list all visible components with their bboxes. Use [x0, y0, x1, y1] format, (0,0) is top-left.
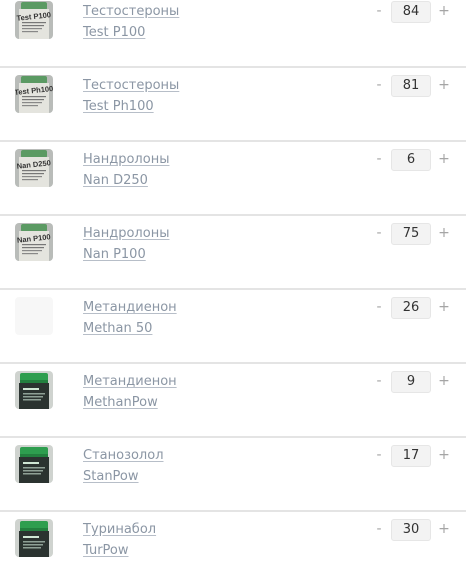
product-name: Метандиенон MethanPow: [83, 371, 177, 413]
quantity-field[interactable]: 17: [391, 445, 431, 467]
list-item: Туринабол TurPow -30 +: [0, 511, 466, 581]
quantity-field[interactable]: 81: [391, 75, 431, 97]
product-category-link[interactable]: Тестостероны: [83, 1, 179, 22]
product-category-link[interactable]: Метандиенон: [83, 371, 177, 392]
product-name: Нандролоны Nan P100: [83, 223, 169, 265]
product-name: Нандролоны Nan D250: [83, 149, 169, 191]
product-thumbnail[interactable]: [15, 371, 53, 409]
product-thumbnail[interactable]: Test P100: [15, 1, 53, 39]
product-thumbnail[interactable]: Nan D250: [15, 149, 53, 187]
increase-quantity-button[interactable]: +: [438, 371, 450, 391]
list-item: Станозолол StanPow -17 +: [0, 437, 466, 511]
product-name: Тестостероны Test P100: [83, 1, 179, 43]
increase-quantity-button[interactable]: +: [438, 519, 450, 539]
increase-quantity-button[interactable]: +: [438, 149, 450, 169]
product-category-link[interactable]: Тестостероны: [83, 75, 179, 96]
list-item: Метандиенон Methan 50 -26 +: [0, 289, 466, 363]
increase-quantity-button[interactable]: +: [438, 1, 450, 21]
decrease-quantity-button[interactable]: -: [373, 75, 385, 95]
quantity-field[interactable]: 30: [391, 519, 431, 541]
product-category-link[interactable]: Нандролоны: [83, 223, 169, 244]
quantity-field[interactable]: 84: [391, 1, 431, 23]
product-title-link[interactable]: MethanPow: [83, 392, 177, 413]
product-thumbnail[interactable]: [15, 297, 53, 335]
decrease-quantity-button[interactable]: -: [373, 1, 385, 21]
product-name: Метандиенон Methan 50: [83, 297, 177, 339]
decrease-quantity-button[interactable]: -: [373, 297, 385, 317]
product-title-link[interactable]: TurPow: [83, 540, 156, 561]
product-name: Туринабол TurPow: [83, 519, 156, 561]
list-item: Test Ph100 Тестостероны Test Ph100-81 +: [0, 67, 466, 141]
list-item: Nan D250 Нандролоны Nan D250-6 +: [0, 141, 466, 215]
product-thumbnail[interactable]: Nan P100: [15, 223, 53, 261]
quantity-field[interactable]: 9: [391, 371, 431, 393]
product-title-link[interactable]: Methan 50: [83, 318, 177, 339]
product-title-link[interactable]: Nan P100: [83, 244, 169, 265]
increase-quantity-button[interactable]: +: [438, 445, 450, 465]
list-item: Test P100 Тестостероны Test P100-84 +: [0, 0, 466, 67]
product-title-link[interactable]: Test Ph100: [83, 96, 179, 117]
product-title-link[interactable]: StanPow: [83, 466, 164, 487]
product-thumbnail[interactable]: [15, 445, 53, 483]
product-thumbnail[interactable]: [15, 519, 53, 557]
quantity-field[interactable]: 26: [391, 297, 431, 319]
decrease-quantity-button[interactable]: -: [373, 149, 385, 169]
list-item: Метандиенон MethanPow -9 +: [0, 363, 466, 437]
product-category-link[interactable]: Метандиенон: [83, 297, 177, 318]
product-category-link[interactable]: Туринабол: [83, 519, 156, 540]
decrease-quantity-button[interactable]: -: [373, 519, 385, 539]
product-thumbnail[interactable]: Test Ph100: [15, 75, 53, 113]
product-name: Станозолол StanPow: [83, 445, 164, 487]
decrease-quantity-button[interactable]: -: [373, 445, 385, 465]
list-item: Nan P100 Нандролоны Nan P100-75 +: [0, 215, 466, 289]
product-category-link[interactable]: Нандролоны: [83, 149, 169, 170]
product-title-link[interactable]: Test P100: [83, 22, 179, 43]
quantity-field[interactable]: 75: [391, 223, 431, 245]
decrease-quantity-button[interactable]: -: [373, 371, 385, 391]
increase-quantity-button[interactable]: +: [438, 75, 450, 95]
product-category-link[interactable]: Станозолол: [83, 445, 164, 466]
increase-quantity-button[interactable]: +: [438, 297, 450, 317]
product-title-link[interactable]: Nan D250: [83, 170, 169, 191]
product-name: Тестостероны Test Ph100: [83, 75, 179, 117]
increase-quantity-button[interactable]: +: [438, 223, 450, 243]
decrease-quantity-button[interactable]: -: [373, 223, 385, 243]
quantity-field[interactable]: 6: [391, 149, 431, 171]
product-quantity-list: Test P100 Тестостероны Test P100-84 + Test P…: [0, 0, 466, 581]
